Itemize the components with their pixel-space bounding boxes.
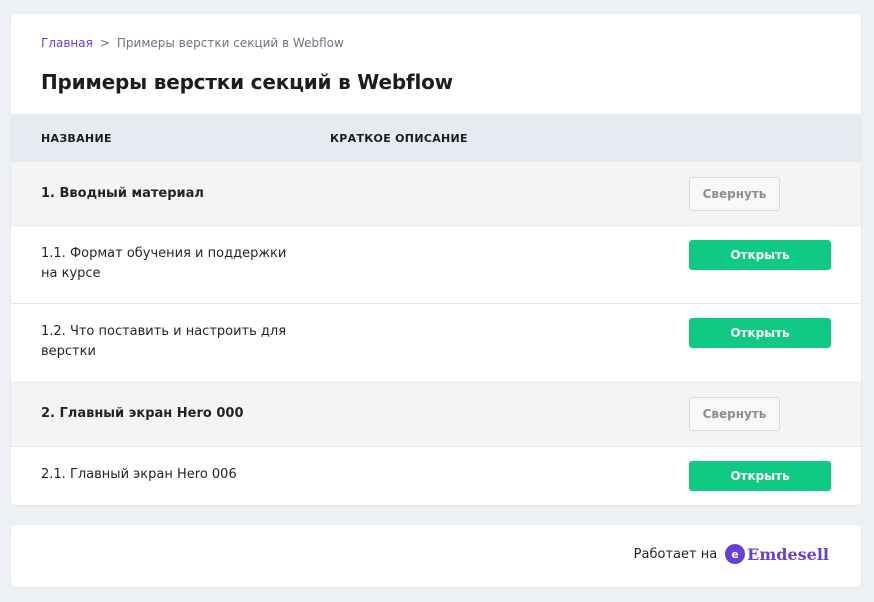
section-title: 2. Главный экран Hero 000 (41, 406, 244, 421)
powered-by: Работает на e Emdesell (634, 544, 829, 564)
footer-card: Работает на e Emdesell (11, 525, 861, 587)
section-row: 1. Вводный материал Свернуть (11, 162, 861, 226)
breadcrumb-current: Примеры верстки секций в Webflow (116, 36, 344, 50)
open-button[interactable]: Открыть (689, 461, 831, 491)
emdesell-logo-icon: e (725, 544, 746, 564)
page-title: Примеры верстки секций в Webflow (41, 70, 453, 94)
column-header-description: КРАТКОЕ ОПИСАНИЕ (330, 132, 468, 145)
section-row: 2. Главный экран Hero 000 Свернуть (11, 383, 861, 447)
collapse-button[interactable]: Свернуть (689, 177, 780, 211)
course-card: Главная > Примеры верстки секций в Webfl… (11, 14, 861, 505)
brand-link[interactable]: e Emdesell (725, 544, 829, 564)
section-title: 1. Вводный материал (41, 186, 204, 201)
open-button[interactable]: Открыть (689, 318, 831, 348)
open-button[interactable]: Открыть (689, 240, 831, 270)
lesson-row: 1.2. Что поставить и настроить для верст… (11, 304, 861, 383)
collapse-button[interactable]: Свернуть (689, 397, 780, 431)
lesson-title: 1.2. Что поставить и настроить для верст… (41, 324, 287, 359)
column-header-name: НАЗВАНИЕ (41, 132, 112, 145)
breadcrumb: Главная > Примеры верстки секций в Webfl… (41, 36, 344, 50)
powered-by-label: Работает на (633, 546, 718, 562)
lesson-title: 2.1. Главный экран Hero 006 (41, 467, 237, 482)
table-header: НАЗВАНИЕ КРАТКОЕ ОПИСАНИЕ (11, 114, 861, 162)
breadcrumb-separator: > (99, 36, 110, 50)
lesson-row: 2.1. Главный экран Hero 006 Открыть (11, 447, 861, 505)
brand-name: Emdesell (747, 544, 829, 564)
lesson-title: 1.1. Формат обучения и поддержки на курс… (41, 246, 287, 281)
lesson-row: 1.1. Формат обучения и поддержки на курс… (11, 226, 861, 304)
breadcrumb-home-link[interactable]: Главная (41, 36, 93, 50)
